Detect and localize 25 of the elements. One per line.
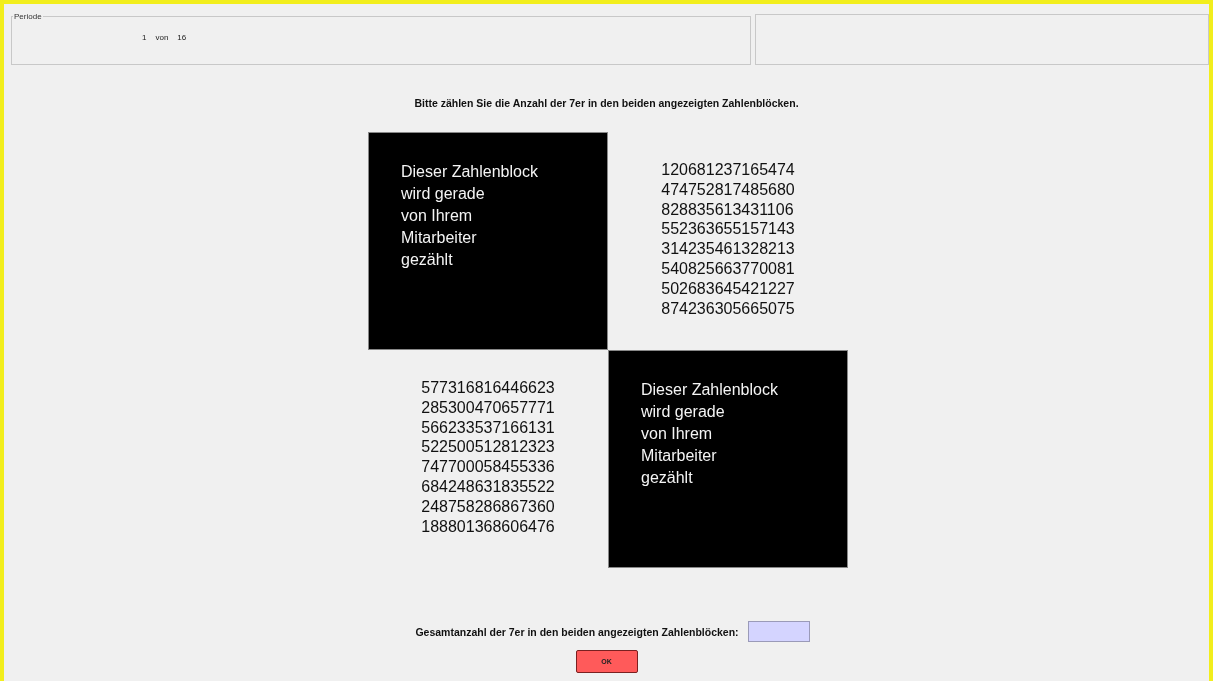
number-row: 120681237165474 xyxy=(661,160,795,180)
panel-legend: Periode xyxy=(13,12,43,21)
cover-message: Dieser Zahlenblock wird gerade von Ihrem Mitarbeiter gezählt xyxy=(401,162,539,270)
number-row: 566233537166131 xyxy=(421,417,555,438)
period-total: 16 xyxy=(177,33,187,42)
cover-message: Dieser Zahlenblock wird gerade von Ihrem Mitarbeiter gezählt xyxy=(641,380,779,488)
number-row: 577316816446623 xyxy=(421,378,555,398)
period-number: 1 xyxy=(142,33,147,42)
number-row: 540825663770081 xyxy=(661,259,795,279)
number-row: 502683645421227 xyxy=(661,278,795,299)
number-row: 522500512812323 xyxy=(421,437,555,458)
number-row: 874236305665075 xyxy=(661,298,795,319)
number-row: 314235461328213 xyxy=(661,239,795,259)
answer-label: Gesamtanzahl der 7er in den beiden angezeigten Zahlenblöcken: xyxy=(415,625,739,638)
number-row: 747700058455336 xyxy=(421,457,555,477)
period-separator: von xyxy=(155,33,169,42)
number-row: 552363655157143 xyxy=(661,219,795,240)
number-row: 285300470657771 xyxy=(421,397,555,418)
number-row: 474752817485680 xyxy=(661,179,795,200)
instruction-text: Bitte zählen Sie die Anzahl der 7er in den beiden angezeigten Zahlenblöcken. xyxy=(414,97,799,109)
number-row: 684248631835522 xyxy=(421,477,555,497)
answer-field[interactable] xyxy=(747,621,810,642)
number-row: 828835613431106 xyxy=(661,199,794,220)
number-row: 248758286867360 xyxy=(421,496,555,517)
number-row: 188801368606476 xyxy=(421,516,555,537)
